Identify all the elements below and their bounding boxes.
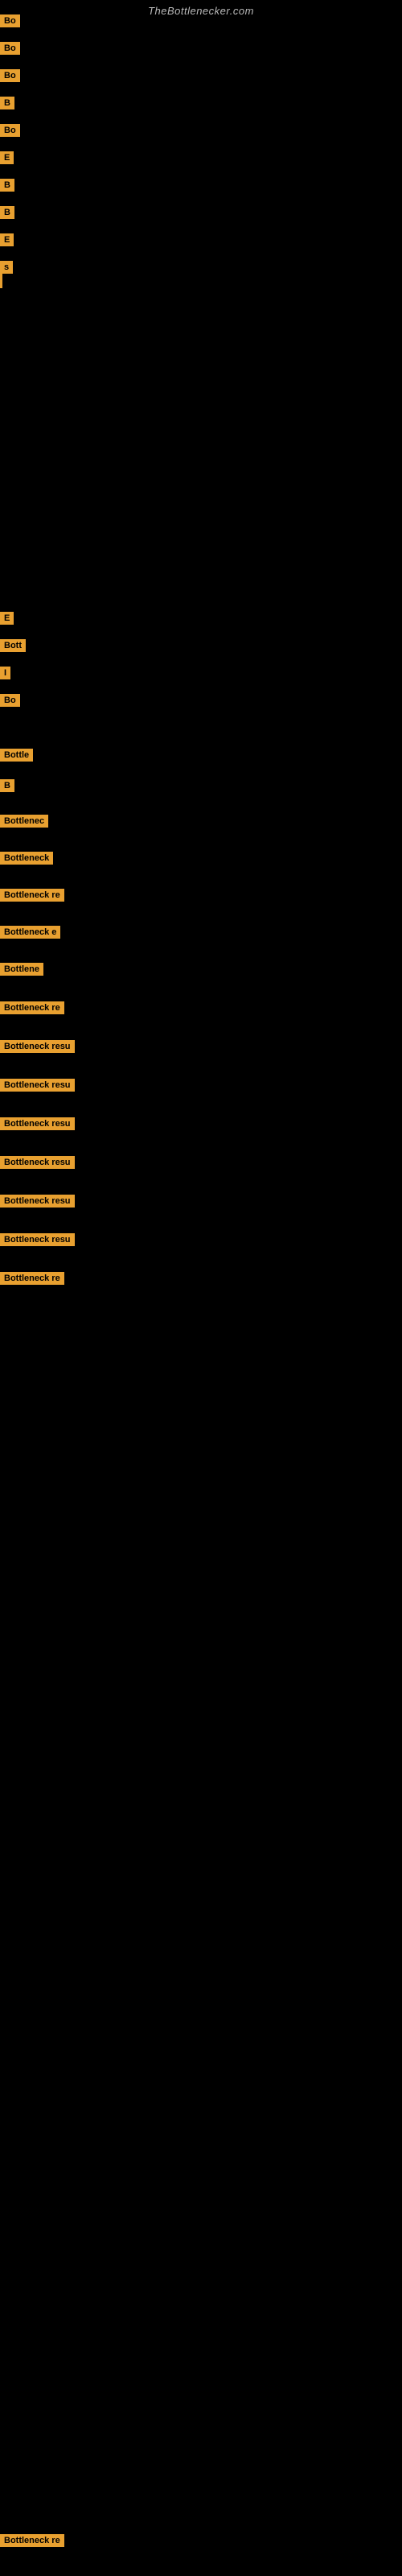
tick-11 (0, 274, 2, 288)
bottleneck-res-label: Bottleneck re (0, 2534, 64, 2547)
site-title: TheBottlenecker.com (0, 0, 402, 20)
